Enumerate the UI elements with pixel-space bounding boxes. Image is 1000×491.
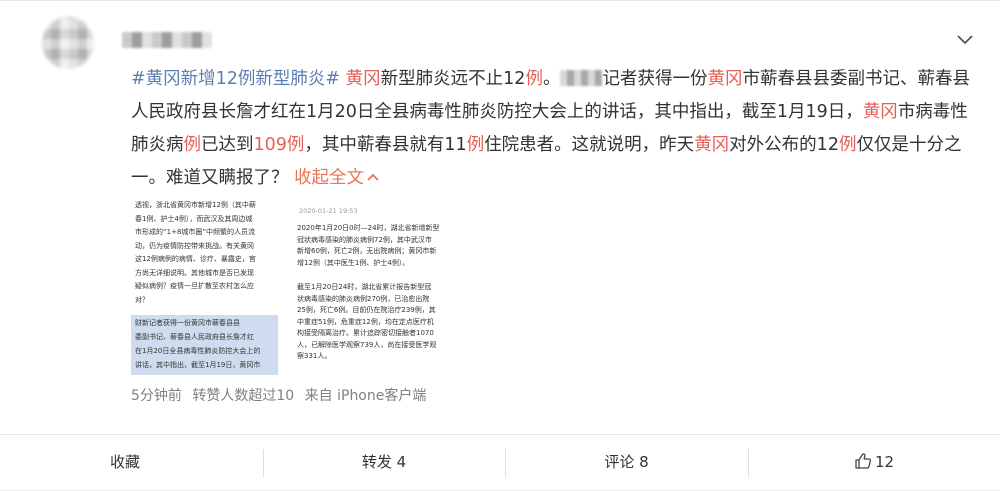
weibo-post-card: #黄冈新增12例新型肺炎# 黄冈新型肺炎远不止12例。 记者获得一份黄冈市蕲春县县… xyxy=(0,0,1000,490)
post-text-run: 记者获得一份 xyxy=(602,69,708,89)
image-text-line: 增12例（其中医生1例、护士4例）。 xyxy=(297,258,410,267)
post-source[interactable]: 来自 iPhone客户端 xyxy=(305,388,427,404)
image-text-line: 动，仍为疫情防控带来挑战。有关黄冈 xyxy=(135,241,254,250)
image-text-line: 方尚无详细说明。其他城市是否已发现 xyxy=(135,268,254,277)
post-text: #黄冈新增12例新型肺炎# 黄冈新型肺炎远不止12例。 记者获得一份黄冈市蕲春县县… xyxy=(131,63,971,195)
image-text-line: 新增60例，死亡2例，无出院病例；黄冈市新 xyxy=(297,247,437,255)
keyword-highlight: 例 xyxy=(525,69,543,89)
image-text-line: 财新记者获得一份黄冈市蕲春县县 xyxy=(135,319,240,327)
image-text-line: 春1例、护士4例），而武汉及其周边城 xyxy=(135,214,253,223)
chevron-down-icon[interactable] xyxy=(955,31,975,49)
like-count: 12 xyxy=(874,453,895,471)
image-text-line: 2020年1月20日0时—24时，湖北省新增新型 xyxy=(297,224,440,232)
image-text-line: 人，已解除医学观察739人，尚在接受医学观 xyxy=(297,340,437,349)
keyword-highlight: 例 xyxy=(286,135,305,155)
image-text-line: 察331人。 xyxy=(297,352,332,360)
post-time[interactable]: 5分钟前 xyxy=(131,388,182,404)
image-text-line: 委副书记、蕲春县人民政府县长詹才红 xyxy=(135,333,254,341)
image-text-line: 疑似病例？疫情一旦扩散至农村怎么应 xyxy=(135,282,254,290)
thumbs-up-icon xyxy=(855,453,871,469)
image-text-line: 状病毒感染的肺炎病例270例，已治愈出院 xyxy=(297,294,430,303)
image-text-line: 冠状病毒感染的肺炎病例72例，其中武汉市 xyxy=(297,235,432,244)
post-text-run: 新型肺炎远不止12 xyxy=(380,69,526,89)
image-text-line: 讲话，其中指出，截至1月19日，黄冈市 xyxy=(135,361,261,369)
repost-label: 转发 4 xyxy=(361,453,407,471)
keyword-highlight: 黄冈 xyxy=(345,69,381,89)
image-text-line: 透视，浙北省黄冈市新增12例（其中蕲 xyxy=(135,201,256,209)
avatar[interactable] xyxy=(42,17,94,69)
repost-button[interactable]: 转发 4 xyxy=(263,435,505,491)
image-text-line: 市形成的“1+8城市圈”中频繁的人员流 xyxy=(135,228,256,236)
favorite-label: 收藏 xyxy=(109,453,140,471)
keyword-highlight: 例 xyxy=(838,135,857,155)
post-text-run: 住院患者。这就说明，昨天 xyxy=(484,135,695,155)
image-text-line: 这12例病例的病情、诊疗、暴露史，官 xyxy=(135,255,256,263)
image-text-line: 25例，死亡6例。目前仍在院治疗239例，其 xyxy=(297,306,436,314)
username-blurred[interactable] xyxy=(122,32,212,48)
like-button[interactable]: 12 xyxy=(748,435,1000,491)
keyword-highlight: 黄冈 xyxy=(694,135,730,155)
chevron-up-icon xyxy=(367,173,379,181)
redacted-text xyxy=(560,70,603,86)
keyword-highlight: 例 xyxy=(183,135,202,155)
post-image-2[interactable]: 2020-01-21 19:53 2020年1月20日0时—24时，湖北省新增新… xyxy=(293,198,443,375)
image-text-line: 中重症51例，危重症12例，均在定点医疗机 xyxy=(297,317,434,326)
post-text-run: 。 xyxy=(542,69,561,89)
comment-button[interactable]: 评论 8 xyxy=(505,435,748,491)
action-bar: 收藏 转发 4 评论 8 12 xyxy=(0,434,1000,490)
repost-info: 转赞人数超过10 xyxy=(192,388,295,404)
post-image-1[interactable]: 透视，浙北省黄冈市新增12例（其中蕲 春1例、护士4例），而武汉及其周边城 市形成的… xyxy=(131,198,278,375)
keyword-highlight: 黄冈 xyxy=(707,69,743,89)
post-text-run: 已达到 xyxy=(201,135,254,155)
image-text-line: 截至1月20日24时，湖北省累计报告新型冠 xyxy=(297,283,432,291)
topic-hashtag-link[interactable]: #黄冈新增12例新型肺炎# xyxy=(131,69,340,89)
image-text-line: 在1月20日全县病毒性肺炎防控大会上的 xyxy=(135,347,261,355)
image-text-line: 对？ xyxy=(135,295,149,304)
post-text-run: ，其中蕲春县就有11 xyxy=(304,135,467,155)
favorite-button[interactable]: 收藏 xyxy=(0,435,250,491)
collapse-text-link[interactable]: 收起全文 xyxy=(294,168,380,188)
keyword-highlight: 109 xyxy=(253,135,287,155)
comment-label: 评论 8 xyxy=(604,453,649,471)
post-text-run: 对外公布的12 xyxy=(729,135,839,155)
keyword-highlight: 例 xyxy=(466,135,485,155)
article-date: 2020-01-21 19:53 xyxy=(299,207,358,215)
post-meta: 5分钟前 转赞人数超过10 来自 iPhone客户端 xyxy=(131,385,432,405)
keyword-highlight: 黄冈 xyxy=(862,102,898,122)
image-text-line: 构接受隔离治疗。累计追踪密切接触者1070 xyxy=(297,329,434,337)
